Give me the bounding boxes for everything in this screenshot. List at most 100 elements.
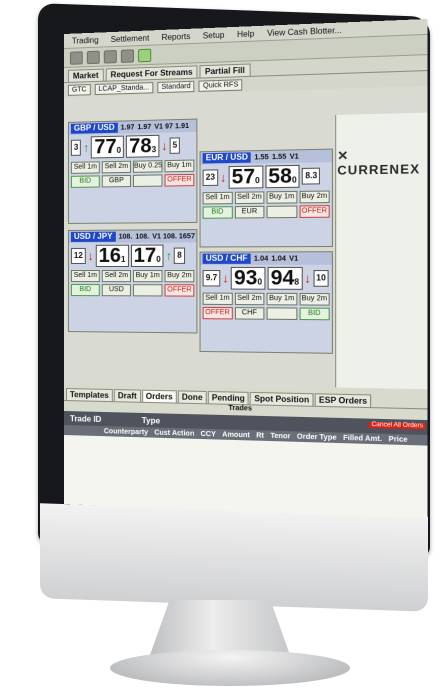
- offer-button[interactable]: OFFER: [165, 284, 195, 296]
- bid-price-pip: 1: [121, 255, 125, 264]
- col-counterparty[interactable]: Counterparty: [104, 428, 148, 436]
- amount-field[interactable]: [133, 284, 162, 296]
- bid-header-value: 1.04: [254, 255, 268, 262]
- pair-label[interactable]: USD / JPY: [71, 232, 116, 242]
- bid-price[interactable]: 57 0: [229, 165, 263, 188]
- sell-2m-button[interactable]: Sell 2m: [234, 293, 264, 306]
- offer-button[interactable]: OFFER: [299, 205, 330, 218]
- offer-price[interactable]: 94 8: [267, 267, 302, 290]
- tab-draft[interactable]: Draft: [114, 389, 141, 402]
- pair-label[interactable]: EUR / USD: [203, 152, 252, 163]
- toolbar-icon-1[interactable]: [70, 51, 83, 65]
- buy-025m-button[interactable]: Buy 0.25m: [133, 160, 162, 173]
- col-price[interactable]: Price: [389, 435, 408, 443]
- bid-price-big: 16: [99, 246, 121, 266]
- bid-button[interactable]: BID: [71, 284, 100, 296]
- sell-1m-button[interactable]: Sell 1m: [203, 293, 233, 305]
- bid-offer-row: BID USD OFFER: [69, 283, 196, 298]
- buy-1m-button[interactable]: Buy 1m: [267, 293, 297, 306]
- amount-field[interactable]: [133, 174, 162, 187]
- buy-1m-button[interactable]: Buy 1m: [267, 191, 297, 204]
- tif-select[interactable]: GTC: [68, 84, 91, 96]
- tab-partial-fill[interactable]: Partial Fill: [200, 63, 250, 77]
- sell-2m-button[interactable]: Sell 2m: [234, 191, 264, 204]
- tab-orders[interactable]: Orders: [142, 390, 177, 403]
- bid-price[interactable]: 77 0: [91, 136, 124, 159]
- col-amount[interactable]: Amount: [222, 431, 250, 439]
- bid-offer-row: BID EUR OFFER: [201, 204, 332, 220]
- toolbar-icon-3[interactable]: [104, 49, 117, 63]
- bid-price[interactable]: 93 0: [231, 267, 265, 290]
- extra-value: V1 97 1.91: [154, 122, 189, 130]
- buy-2m-button[interactable]: Buy 2m: [299, 190, 330, 203]
- bid-price[interactable]: 16 1: [96, 245, 129, 267]
- col-filled-amt[interactable]: Filled Amt.: [343, 434, 382, 442]
- offer-button[interactable]: OFFER: [165, 174, 195, 187]
- menu-reports[interactable]: Reports: [162, 31, 191, 41]
- tab-market[interactable]: Market: [68, 69, 104, 82]
- amount-field[interactable]: [267, 206, 297, 219]
- panel-header: USD / CHF 1.04 1.04 V1: [201, 252, 332, 265]
- col-type[interactable]: Type: [142, 415, 160, 425]
- offer-size: 10: [313, 270, 329, 287]
- sell-1m-button[interactable]: Sell 1m: [71, 161, 100, 174]
- col-rt[interactable]: Rt: [256, 432, 264, 439]
- menu-settlement[interactable]: Settlement: [111, 33, 150, 44]
- pair-label[interactable]: GBP / USD: [71, 123, 118, 134]
- offer-size: 5: [169, 137, 180, 154]
- bid-header-value: 1.55: [254, 153, 268, 161]
- offer-price-pip: 8: [294, 277, 299, 286]
- col-order-type[interactable]: Order Type: [297, 433, 337, 441]
- tab-done[interactable]: Done: [178, 390, 207, 403]
- sell-2m-button[interactable]: Sell 2m: [102, 270, 131, 282]
- sell-2m-button[interactable]: Sell 2m: [102, 161, 131, 174]
- menu-trading[interactable]: Trading: [72, 35, 99, 45]
- currenex-logo: ✕ CURRENEX: [337, 147, 427, 178]
- monitor: Trading Settlement Reports Setup Help Vi…: [0, 0, 442, 700]
- offer-price[interactable]: 78 3: [126, 135, 159, 158]
- bid-button[interactable]: BID: [203, 206, 233, 219]
- col-ccy[interactable]: CCY: [201, 430, 216, 438]
- buy-1m-button[interactable]: Buy 1m: [165, 160, 195, 173]
- account-select[interactable]: LCAP_Standa...: [95, 82, 154, 95]
- toolbar-icon-2[interactable]: [87, 50, 100, 64]
- quote-box: 3 ↑ 77 0 78 3 ↓ 5: [69, 132, 196, 161]
- quick-rfs-button[interactable]: Quick RFS: [199, 79, 243, 92]
- ccy-button[interactable]: USD: [102, 284, 131, 296]
- bid-button[interactable]: BID: [299, 308, 330, 321]
- tab-templates[interactable]: Templates: [66, 388, 113, 401]
- tab-spot-position[interactable]: Spot Position: [250, 392, 313, 406]
- tab-pending[interactable]: Pending: [208, 391, 249, 404]
- pair-label[interactable]: USD / CHF: [203, 254, 251, 264]
- bid-size: 3: [71, 140, 81, 156]
- menu-setup[interactable]: Setup: [203, 30, 225, 40]
- tab-esp-orders[interactable]: ESP Orders: [315, 393, 372, 407]
- amount-field[interactable]: [267, 307, 297, 320]
- ccy-button[interactable]: GBP: [102, 175, 131, 188]
- price-panel-usdjpy: USD / JPY 108. 108. V1 108. 1657 12 ↓ 16…: [68, 229, 197, 333]
- toolbar-icon-4[interactable]: [121, 49, 134, 63]
- trade-buttons: Sell 1m Sell 2m Buy 1m Buy 2m: [201, 189, 332, 205]
- bid-button[interactable]: BID: [71, 175, 100, 187]
- ccy-button[interactable]: EUR: [234, 206, 264, 219]
- col-cust-action[interactable]: Cust Action: [154, 429, 194, 437]
- ccy-button[interactable]: CHF: [234, 307, 264, 320]
- buy-2m-button[interactable]: Buy 2m: [165, 270, 195, 282]
- buy-2m-button[interactable]: Buy 2m: [299, 293, 330, 306]
- menu-view-cash[interactable]: View Cash Blotter...: [267, 25, 342, 37]
- offer-price[interactable]: 17 0: [131, 245, 164, 267]
- sell-1m-button[interactable]: Sell 1m: [71, 270, 100, 282]
- toolbar-status-icon[interactable]: [138, 48, 151, 62]
- offer-price[interactable]: 58 0: [265, 165, 300, 188]
- bid-price-pip: 0: [257, 277, 262, 286]
- col-trade-id[interactable]: Trade ID: [70, 414, 101, 424]
- menu-help[interactable]: Help: [237, 29, 254, 39]
- template-select[interactable]: Standard: [157, 80, 194, 92]
- col-tenor[interactable]: Tenor: [270, 432, 290, 440]
- monitor-stand-base: [110, 650, 350, 686]
- offer-button[interactable]: OFFER: [203, 307, 233, 320]
- sell-1m-button[interactable]: Sell 1m: [203, 192, 233, 205]
- quote-box: 9.7 ↓ 93 0 94 8 ↓ 10: [201, 265, 332, 292]
- buy-1m-button[interactable]: Buy 1m: [133, 270, 162, 282]
- order-blotter: Templates Draft Orders Done Pending Spot…: [64, 384, 428, 519]
